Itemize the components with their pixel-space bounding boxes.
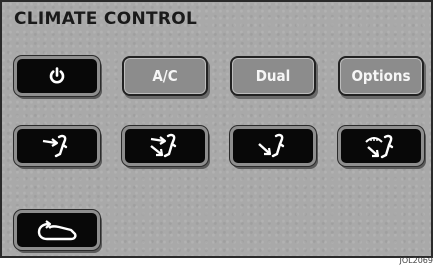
airflow-face-feet-button[interactable] xyxy=(122,126,208,166)
airflow-face-feet-icon xyxy=(147,133,183,159)
options-button-label: Options xyxy=(351,67,411,85)
power-icon xyxy=(48,67,66,85)
airflow-feet-icon xyxy=(255,133,291,159)
airflow-feet-button[interactable] xyxy=(230,126,316,166)
airflow-face-icon xyxy=(40,134,74,158)
climate-control-panel: CLIMATE CONTROL A/C Dual Options xyxy=(0,0,433,258)
ac-button[interactable]: A/C xyxy=(122,56,208,96)
airflow-defrost-feet-icon xyxy=(363,133,399,159)
airflow-face-button[interactable] xyxy=(14,126,100,166)
image-code: JOL2069 xyxy=(399,256,433,265)
dual-button-label: Dual xyxy=(255,67,291,85)
dual-button[interactable]: Dual xyxy=(230,56,316,96)
recirculation-icon xyxy=(35,217,79,243)
ac-button-label: A/C xyxy=(152,67,178,85)
power-button[interactable] xyxy=(14,56,100,96)
airflow-defrost-feet-button[interactable] xyxy=(338,126,424,166)
panel-title: CLIMATE CONTROL xyxy=(14,9,198,29)
options-button[interactable]: Options xyxy=(338,56,424,96)
recirculation-button[interactable] xyxy=(14,210,100,250)
